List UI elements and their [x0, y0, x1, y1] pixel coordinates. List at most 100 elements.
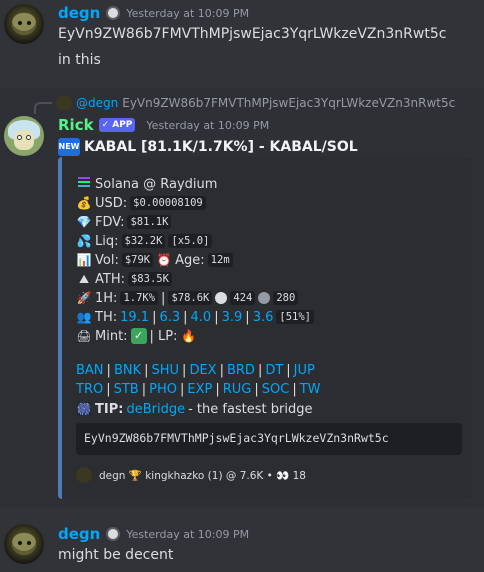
- liq-multiplier: [x5.0]: [168, 234, 213, 248]
- embed-footer: degn 🏆 kingkhazko (1) @ 7.6K • 👀 18: [76, 467, 306, 483]
- usd-value: $0.00008109: [130, 196, 206, 210]
- username[interactable]: degn: [58, 4, 100, 22]
- usd-label: USD:: [95, 195, 128, 211]
- link-jup[interactable]: JUP: [294, 363, 315, 378]
- liq-row: 💦 Liq: $32.2K [x5.0]: [76, 233, 213, 249]
- message-text: might be decent: [58, 547, 174, 563]
- buys-icon: [215, 292, 228, 304]
- timestamp: Yesterday at 10:09 PM: [146, 118, 270, 132]
- check-mark-icon: ✓: [130, 328, 147, 344]
- rick-avatar[interactable]: [4, 116, 44, 156]
- tip-label: TIP:: [95, 401, 124, 417]
- h1-buys: 424: [230, 291, 256, 305]
- vol-row: 📊 Vol: $79K ⏰ Age: 12m: [76, 252, 233, 268]
- chart-icon: 📊: [76, 253, 92, 267]
- mint-label: Mint:: [95, 328, 128, 344]
- fire-icon: 🔥: [181, 329, 196, 343]
- link-dt[interactable]: DT: [265, 363, 283, 378]
- timestamp: Yesterday at 10:09 PM: [126, 527, 250, 541]
- th-total: [51%]: [276, 310, 314, 324]
- h1-change: 1.7K%: [120, 291, 159, 305]
- reply-avatar: [56, 95, 72, 111]
- fdv-value: $81.1K: [127, 215, 172, 229]
- holder-link[interactable]: 3.6: [253, 310, 274, 325]
- reply-username[interactable]: @degn: [76, 96, 118, 110]
- alarm-clock-icon: ⏰: [156, 253, 172, 267]
- lp-label: | LP:: [149, 328, 178, 344]
- user-badge-icon: [106, 6, 121, 20]
- username[interactable]: degn: [58, 525, 100, 543]
- holder-link[interactable]: 19.1: [120, 310, 149, 325]
- message-title-row: NEW KABAL [81.1K/1.7K%] - KABAL/SOL: [58, 138, 358, 156]
- holder-link[interactable]: 4.0: [191, 310, 212, 325]
- ath-row: ⛰ ATH: $83.5K: [76, 271, 172, 287]
- reply-preview[interactable]: @degn EyVn9ZW86b7FMVThMPjswEjac3YqrLWkze…: [56, 95, 455, 111]
- droplets-icon: 💦: [76, 234, 92, 248]
- contract-codeblock[interactable]: EyVn9ZW86b7FMVThMPjswEjac3YqrLWkzeVZn3nR…: [76, 423, 462, 455]
- link-dex[interactable]: DEX: [189, 363, 216, 378]
- h1-volume: $78.6K: [168, 291, 213, 305]
- new-badge: NEW: [58, 138, 80, 156]
- fdv-row: 💎 FDV: $81.1K: [76, 214, 172, 230]
- timestamp: Yesterday at 10:09 PM: [126, 6, 250, 20]
- diamond-icon: 💎: [76, 215, 92, 229]
- people-icon: 👥: [76, 310, 92, 324]
- link-rug[interactable]: RUG: [223, 382, 252, 397]
- reply-text: EyVn9ZW86b7FMVThMPjswEjac3YqrLWkzeVZn3nR…: [122, 96, 456, 110]
- link-ban[interactable]: BAN: [76, 363, 104, 378]
- token-embed: Solana @ Raydium 💰 USD: $0.00008109 💎 FD…: [58, 157, 472, 499]
- ath-value: $83.5K: [127, 272, 172, 286]
- tip-row: 🎆 TIP: deBridge - the fastest bridge: [76, 401, 313, 417]
- link-stb[interactable]: STB: [114, 382, 139, 397]
- reply-spine: [34, 102, 52, 114]
- degn-avatar[interactable]: [4, 4, 44, 44]
- link-brd[interactable]: BRD: [227, 363, 255, 378]
- mint-row: 🖨 Mint: ✓ | LP: 🔥: [76, 328, 197, 344]
- footer-avatar: [76, 467, 92, 483]
- holder-link[interactable]: 6.3: [159, 310, 180, 325]
- solana-icon: [76, 176, 92, 192]
- username[interactable]: Rick: [58, 116, 94, 134]
- message-text: in this: [58, 52, 101, 68]
- rocket-icon: 🚀: [76, 291, 92, 305]
- money-bag-icon: 💰: [76, 196, 92, 210]
- h1-label: 1H:: [95, 290, 118, 306]
- message-title: KABAL [81.1K/1.7K%] - KABAL/SOL: [84, 139, 358, 155]
- ath-label: ATH:: [95, 271, 125, 287]
- user-badge-icon: [106, 527, 121, 541]
- liq-label: Liq:: [95, 233, 119, 249]
- link-shu[interactable]: SHU: [152, 363, 180, 378]
- verified-check-icon: ✓: [101, 120, 110, 130]
- mountain-icon: ⛰: [78, 272, 90, 286]
- liq-value: $32.2K: [121, 234, 166, 248]
- tip-link[interactable]: deBridge: [126, 402, 185, 417]
- chain-row: Solana @ Raydium: [76, 176, 217, 192]
- link-bnk[interactable]: BNK: [114, 363, 141, 378]
- link-tro[interactable]: TRO: [76, 382, 103, 397]
- link-exp[interactable]: EXP: [187, 382, 212, 397]
- h1-separator: |: [161, 290, 166, 306]
- printer-icon: 🖨: [76, 329, 92, 343]
- link-pho[interactable]: PHO: [149, 382, 177, 397]
- links-row-1: BAN | BNK | SHU | DEX | BRD | DT | JUP: [76, 363, 315, 378]
- link-tw[interactable]: TW: [300, 382, 321, 397]
- message-header: degn Yesterday at 10:09 PM: [58, 4, 249, 22]
- usd-row: 💰 USD: $0.00008109: [76, 195, 206, 211]
- vol-label: Vol:: [95, 252, 119, 268]
- message-header: Rick ✓ APP Yesterday at 10:09 PM: [58, 116, 269, 134]
- message-text: EyVn9ZW86b7FMVThMPjswEjac3YqrLWkzeVZn3nR…: [58, 26, 447, 42]
- fdv-label: FDV:: [95, 214, 125, 230]
- degn-avatar[interactable]: [4, 524, 44, 564]
- age-label: Age:: [175, 252, 205, 268]
- links-row-2: TRO | STB | PHO | EXP | RUG | SOC | TW: [76, 382, 321, 397]
- footer-text: degn 🏆 kingkhazko (1) @ 7.6K • 👀 18: [99, 469, 306, 482]
- chain-text: Solana @ Raydium: [95, 176, 218, 192]
- app-badge: ✓ APP: [98, 118, 136, 132]
- holder-link[interactable]: 3.9: [222, 310, 243, 325]
- top-holders-row: 👥 TH: 19.1 | 6.3 | 4.0 | 3.9 | 3.6 [51%]: [76, 309, 314, 325]
- link-soc[interactable]: SOC: [262, 382, 290, 397]
- sells-icon: [258, 292, 271, 304]
- age-value: 12m: [207, 253, 233, 267]
- tip-icon: 🎆: [76, 402, 92, 416]
- h1-sells: 280: [273, 291, 299, 305]
